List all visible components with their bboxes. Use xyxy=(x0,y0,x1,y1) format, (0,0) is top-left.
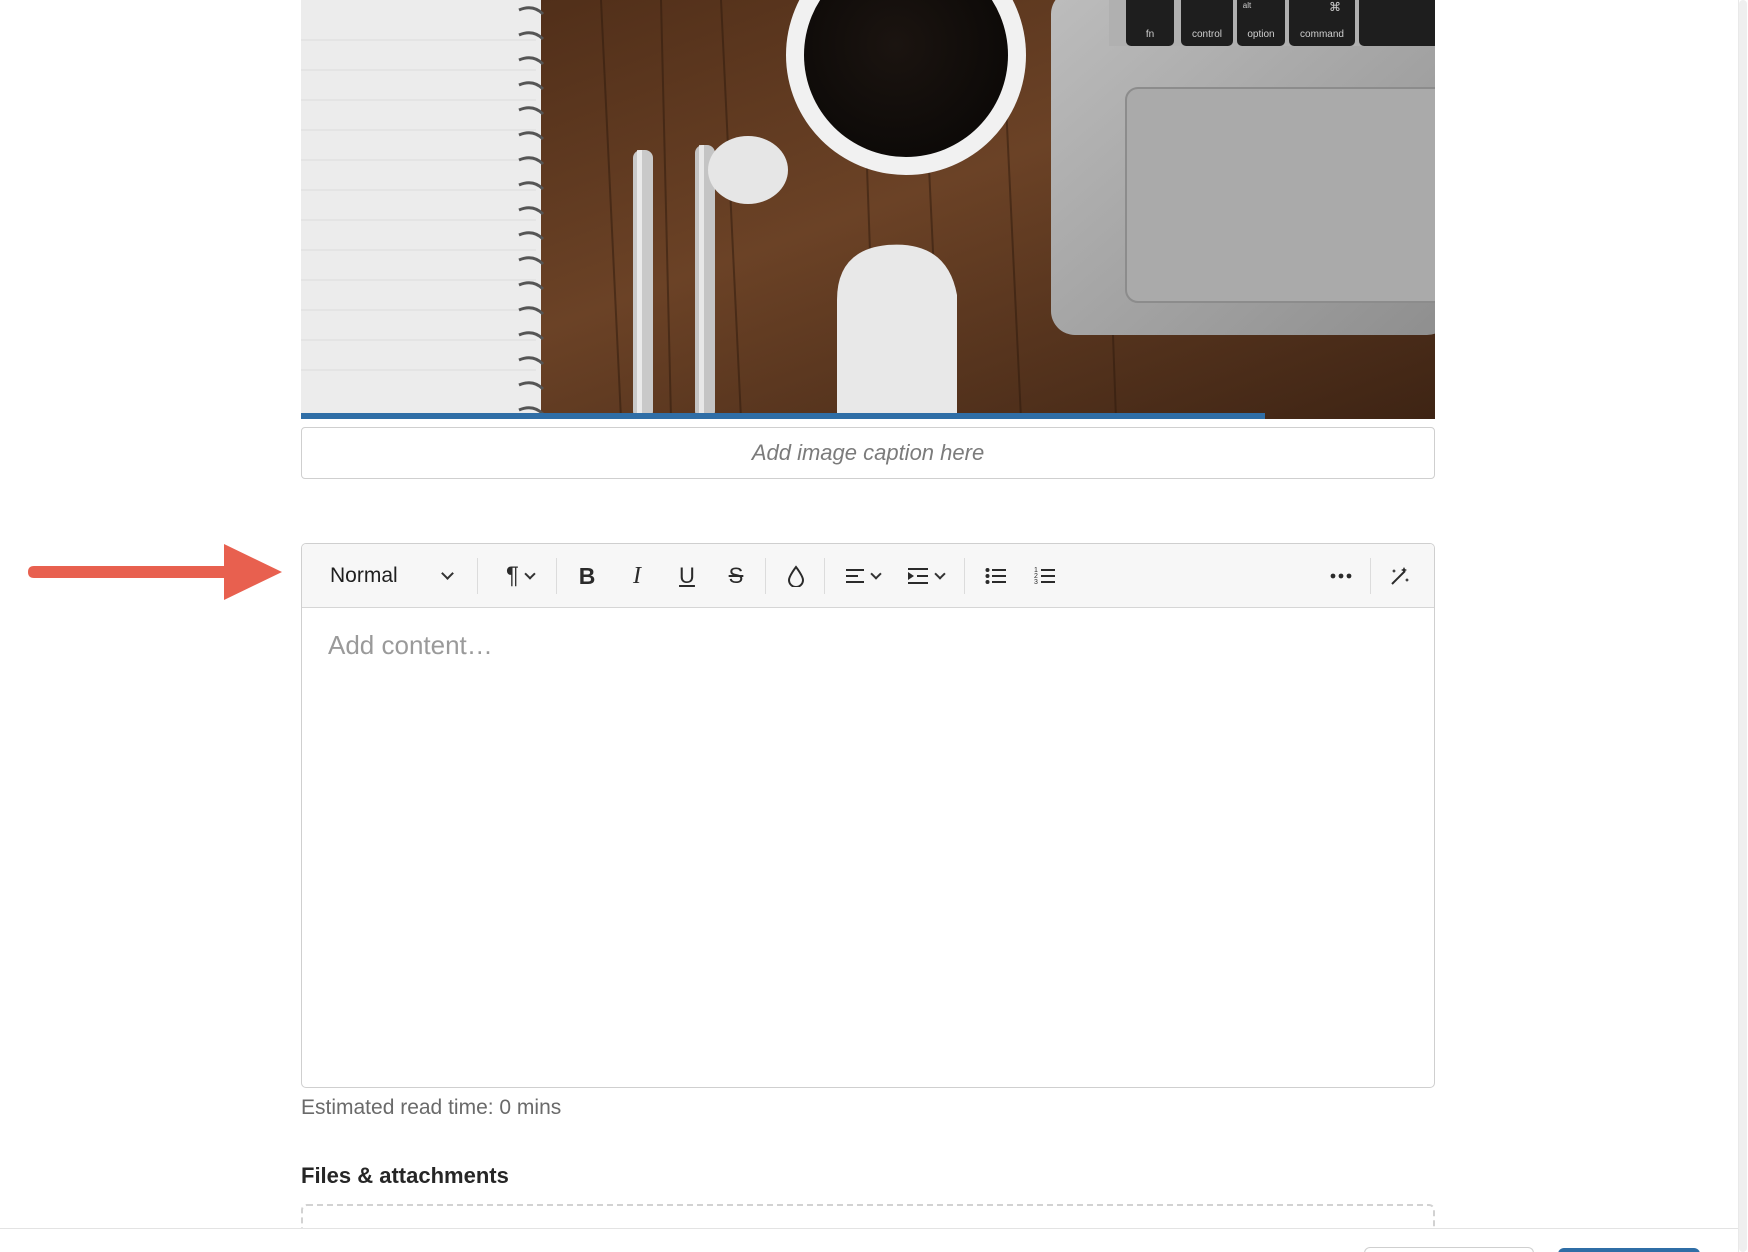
key-fn-label: fn xyxy=(1146,29,1154,40)
numbered-list-icon: 1 2 3 xyxy=(1034,567,1055,586)
toolbar-divider xyxy=(1370,558,1371,594)
strikethrough-icon: S xyxy=(728,563,744,588)
page-scrollbar[interactable] xyxy=(1738,0,1748,1252)
page: fn control option command alt ⌘ Normal xyxy=(0,0,1748,1252)
align-button[interactable] xyxy=(838,556,886,596)
indent-button[interactable] xyxy=(900,556,950,596)
editor-placeholder: Add content… xyxy=(328,630,493,660)
secondary-footer-button[interactable] xyxy=(1364,1247,1534,1252)
text-style-label: Normal xyxy=(330,564,398,587)
files-attachments-heading: Files & attachments xyxy=(301,1163,509,1188)
ai-assist-button[interactable] xyxy=(1379,556,1421,596)
numbered-list-button[interactable]: 1 2 3 xyxy=(1024,556,1066,596)
more-horizontal-icon xyxy=(1330,573,1352,579)
key-option-label: option xyxy=(1247,29,1274,40)
cover-image[interactable]: fn control option command alt ⌘ xyxy=(301,0,1435,419)
strikethrough-button[interactable]: S xyxy=(715,556,757,596)
italic-button[interactable]: I xyxy=(616,556,658,596)
primary-footer-button[interactable] xyxy=(1558,1248,1700,1252)
editor-toolbar: Normal ¶ B I U S 1 2 3 xyxy=(302,544,1434,608)
underline-icon: U xyxy=(679,563,695,588)
text-color-button[interactable] xyxy=(775,556,817,596)
cover-image-illustration: fn control option command alt ⌘ xyxy=(301,0,1435,419)
align-icon xyxy=(845,569,864,583)
page-scrollbar-thumb[interactable] xyxy=(1739,0,1747,1252)
estimated-read-time: Estimated read time: 0 mins xyxy=(301,1096,562,1119)
key-command-label: command xyxy=(1300,29,1344,40)
underline-button[interactable]: U xyxy=(666,556,708,596)
indent-icon xyxy=(907,568,928,584)
pilcrow-icon: ¶ xyxy=(506,562,519,589)
bullet-list-button[interactable] xyxy=(975,556,1017,596)
bold-icon: B xyxy=(578,562,596,589)
image-caption-field[interactable] xyxy=(301,427,1435,479)
editor-content-area[interactable]: Add content… xyxy=(302,608,1434,1087)
bold-button[interactable]: B xyxy=(566,556,608,596)
toolbar-divider xyxy=(765,558,766,594)
text-style-select[interactable]: Normal xyxy=(316,556,466,596)
key-cmd-symbol: ⌘ xyxy=(1329,0,1341,14)
rich-text-editor: Normal ¶ B I U S 1 2 3 Add content… xyxy=(301,543,1435,1088)
chevron-down-icon xyxy=(869,567,882,580)
toolbar-divider xyxy=(824,558,825,594)
bullet-list-icon xyxy=(985,568,1006,584)
chevron-down-icon xyxy=(441,567,454,580)
toolbar-divider xyxy=(556,558,557,594)
toolbar-divider xyxy=(964,558,965,594)
paragraph-format-button[interactable]: ¶ xyxy=(492,556,548,596)
italic-icon: I xyxy=(633,562,641,589)
upload-progress-fill xyxy=(301,413,1265,419)
more-options-button[interactable] xyxy=(1320,556,1362,596)
chevron-down-icon xyxy=(524,567,536,580)
text-color-drop-icon xyxy=(787,565,805,587)
chevron-down-icon xyxy=(933,567,946,580)
upload-progress-bar xyxy=(301,413,1435,419)
key-alt-label: alt xyxy=(1243,1,1252,10)
magic-wand-icon xyxy=(1391,567,1409,585)
toolbar-divider xyxy=(477,558,478,594)
key-control-label: control xyxy=(1192,29,1222,40)
annotation-arrow-icon xyxy=(28,544,282,600)
svg-text:3: 3 xyxy=(1034,579,1038,586)
image-caption-input[interactable] xyxy=(302,428,1434,478)
